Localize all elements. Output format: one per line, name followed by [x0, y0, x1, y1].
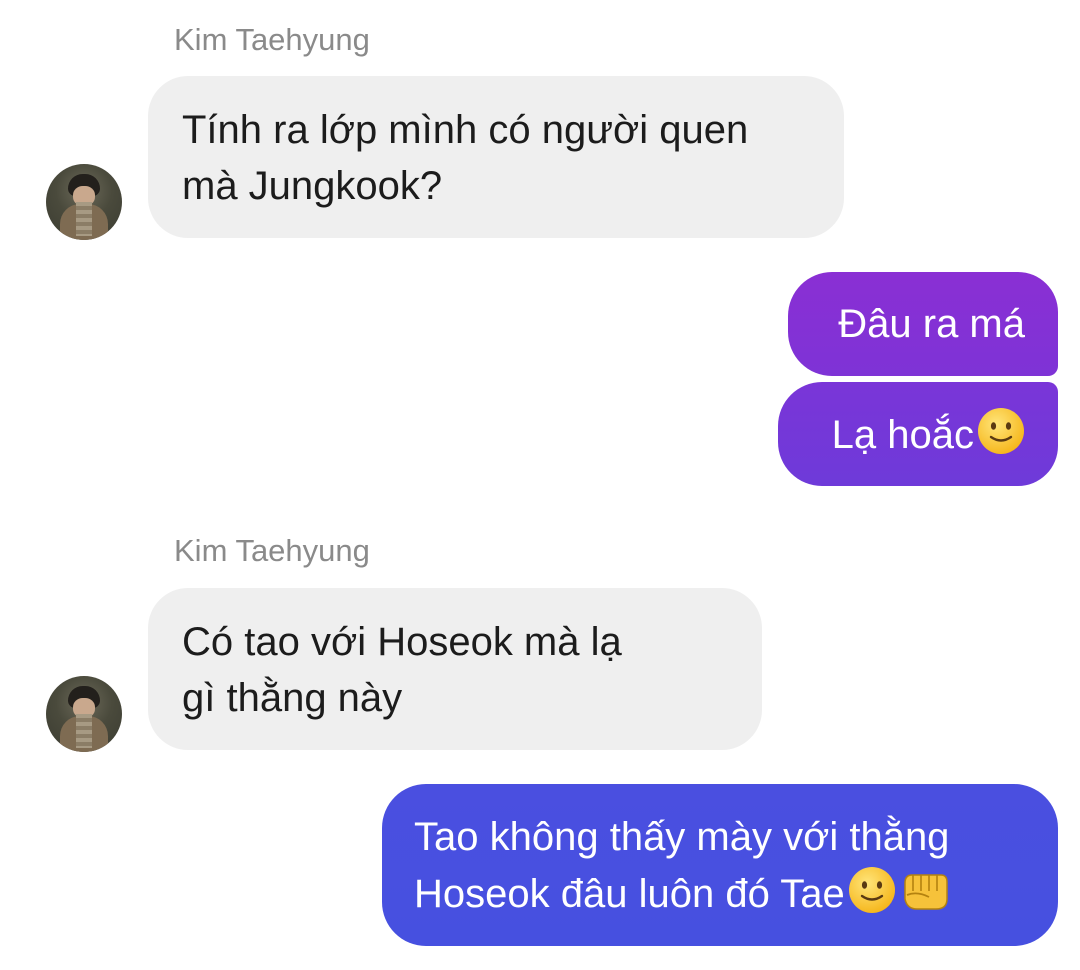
message-text: Đâu ra má [838, 302, 1025, 346]
avatar[interactable] [46, 164, 122, 240]
incoming-message-bubble[interactable]: Tính ra lớp mình có người quen mà Jungko… [148, 76, 844, 238]
slightly-smiling-face-icon [847, 865, 897, 930]
message-line: Tính ra lớp mình có người quen [182, 108, 749, 152]
slightly-smiling-face-icon [976, 406, 1026, 471]
message-line: gì thằng này [182, 676, 403, 720]
message-line: Có tao với Hoseok mà lạ [182, 620, 622, 664]
avatar[interactable] [46, 676, 122, 752]
oncoming-fist-icon [899, 865, 951, 930]
incoming-message-bubble[interactable]: Có tao với Hoseok mà lạ gì thằng này [148, 588, 762, 750]
sender-name: Kim Taehyung [174, 533, 370, 568]
outgoing-message-bubble[interactable]: Lạ hoắc [778, 382, 1058, 486]
message-line: Tao không thấy mày với thằng [414, 815, 950, 859]
sender-name: Kim Taehyung [174, 22, 370, 57]
message-line: mà Jungkook? [182, 164, 443, 208]
message-line: Hoseok đâu luôn đó Tae [414, 872, 845, 916]
outgoing-message-bubble[interactable]: Tao không thấy mày với thằng Hoseok đâu … [382, 784, 1058, 946]
message-text: Lạ hoắc [831, 413, 974, 457]
outgoing-message-bubble[interactable]: Đâu ra má [788, 272, 1058, 376]
